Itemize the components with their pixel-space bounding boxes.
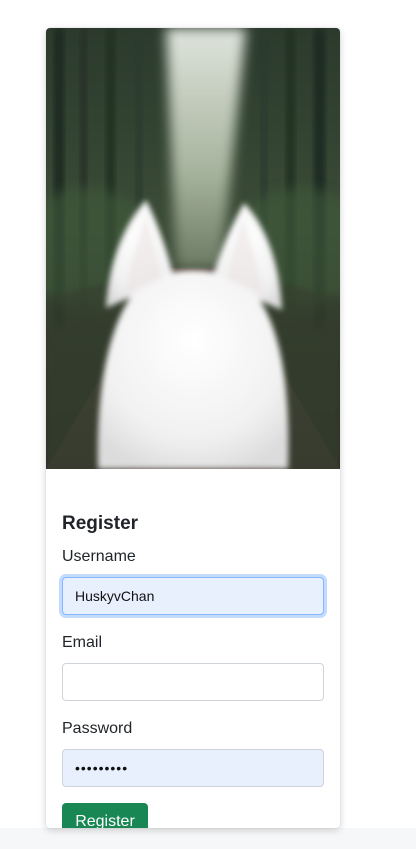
card-image-white-dog-forest bbox=[46, 28, 340, 469]
email-input[interactable] bbox=[62, 663, 324, 701]
password-input[interactable] bbox=[62, 749, 324, 787]
register-card: Register Username Email Password Registe… bbox=[46, 28, 340, 828]
password-label: Password bbox=[62, 720, 133, 737]
username-label: Username bbox=[62, 548, 136, 565]
form-title: Register bbox=[62, 513, 139, 534]
page-bottom-background bbox=[0, 828, 416, 849]
register-button[interactable]: Register bbox=[62, 803, 148, 828]
email-label: Email bbox=[62, 634, 103, 651]
username-input[interactable] bbox=[62, 577, 324, 615]
